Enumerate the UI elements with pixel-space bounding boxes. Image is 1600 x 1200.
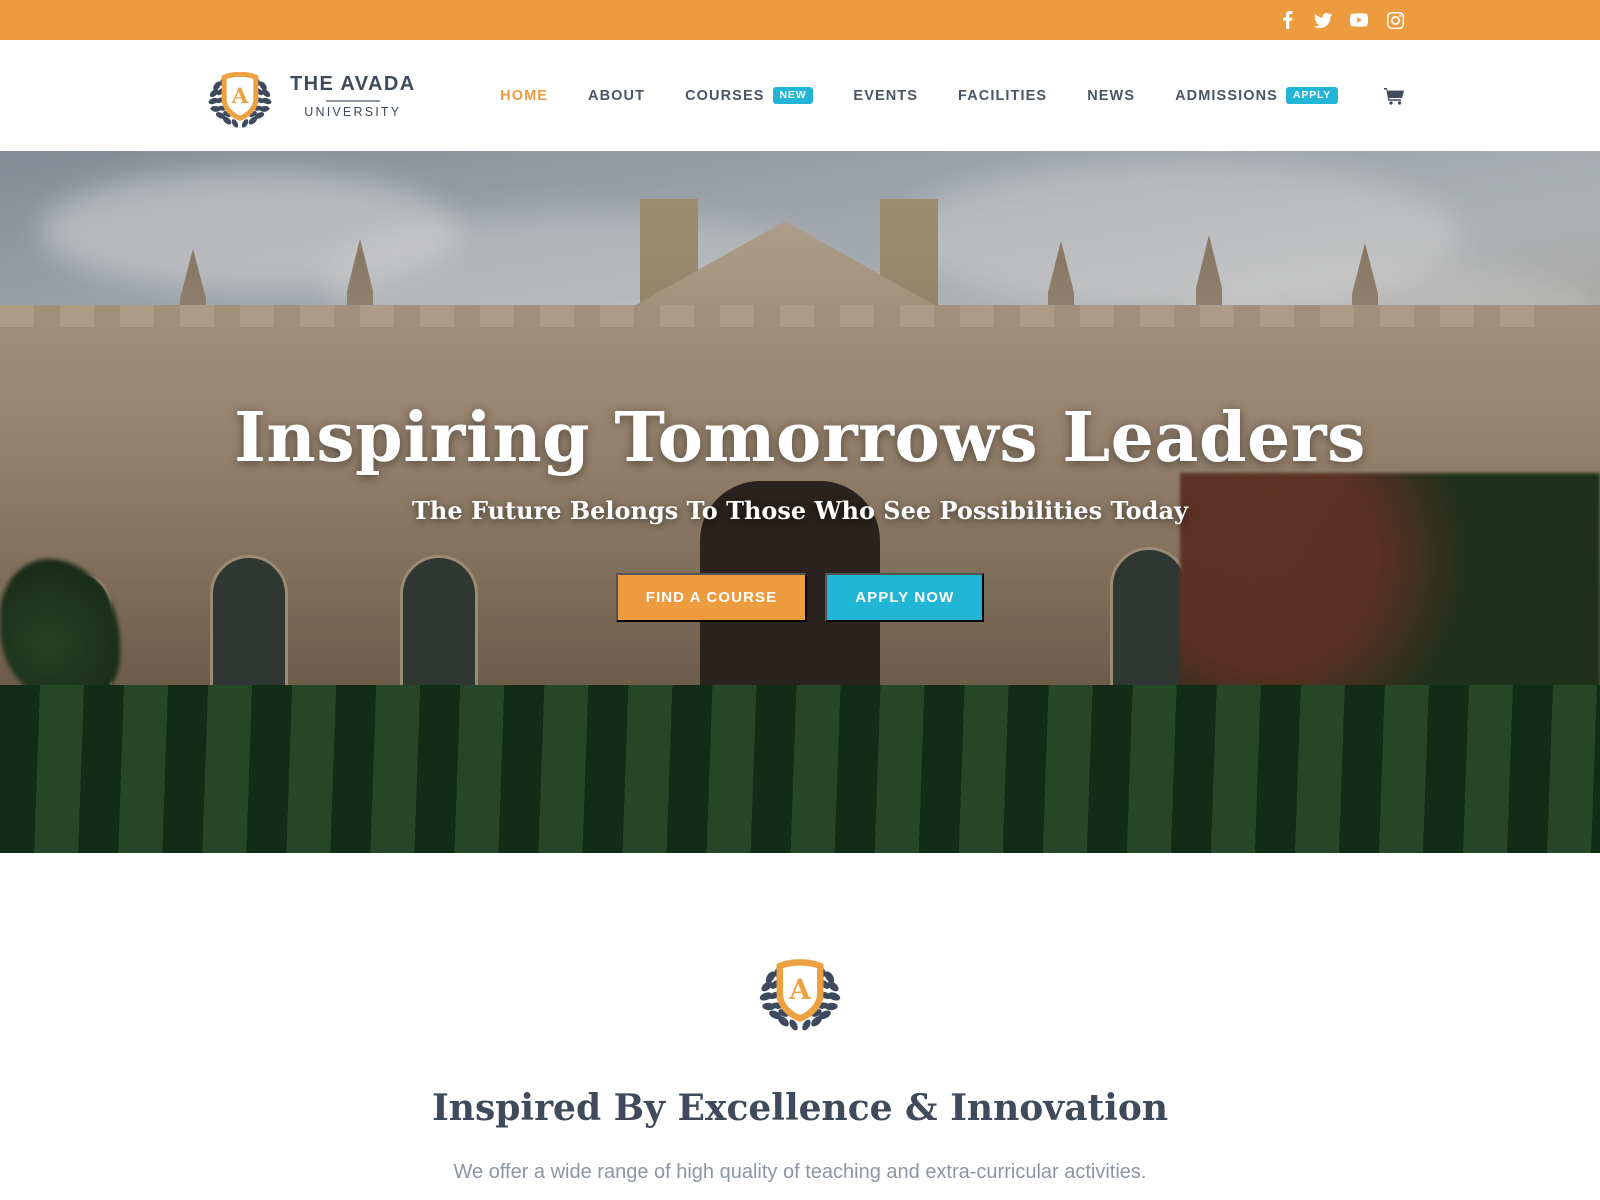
shopping-cart-icon[interactable] [1358, 87, 1404, 105]
hero-title: Inspiring Tomorrows Leaders [234, 398, 1366, 478]
youtube-icon[interactable] [1350, 11, 1368, 29]
nav-label: ABOUT [588, 87, 646, 104]
laurel-shield-a-emblem-icon: A [204, 61, 276, 131]
nav-label: EVENTS [853, 87, 919, 104]
intro-title: Inspired By Excellence & Innovation [431, 1087, 1169, 1129]
main-navigation: HOME ABOUT COURSES NEW EVENTS FACILITIES… [480, 87, 1404, 105]
logo-title: THE AVADA [290, 72, 416, 95]
twitter-icon[interactable] [1314, 11, 1332, 29]
hero-banner: Inspiring Tomorrows Leaders The Future B… [0, 151, 1600, 853]
nav-label: HOME [500, 87, 549, 104]
nav-item-about[interactable]: ABOUT [568, 88, 665, 104]
logo-wordmark: THE AVADA UNIVERSITY [290, 73, 416, 119]
nav-label: NEWS [1087, 87, 1136, 104]
nav-badge-new: NEW [772, 87, 814, 104]
nav-item-courses[interactable]: COURSES NEW [665, 87, 833, 104]
find-a-course-button[interactable]: FIND A COURSE [615, 573, 808, 623]
instagram-icon[interactable] [1386, 11, 1404, 29]
facebook-icon[interactable] [1278, 11, 1296, 29]
apply-now-button[interactable]: APPLY NOW [825, 573, 985, 623]
laurel-shield-a-emblem-icon: A [754, 945, 846, 1035]
nav-item-admissions[interactable]: ADMISSIONS APPLY [1155, 87, 1358, 104]
hero-content: Inspiring Tomorrows Leaders The Future B… [0, 151, 1600, 853]
svg-text:A: A [231, 84, 249, 109]
nav-item-home[interactable]: HOME [480, 88, 568, 104]
svg-text:A: A [788, 973, 811, 1006]
nav-badge-apply: APPLY [1285, 87, 1338, 104]
intro-section: A Inspired By Excellence & Innovation We… [0, 853, 1600, 1184]
nav-label: ADMISSIONS [1175, 87, 1278, 104]
social-links [1278, 11, 1404, 29]
intro-description: We offer a wide range of high quality of… [453, 1161, 1147, 1183]
nav-item-facilities[interactable]: FACILITIES [938, 88, 1067, 104]
nav-label: FACILITIES [958, 87, 1048, 104]
hero-subtitle: The Future Belongs To Those Who See Poss… [412, 496, 1188, 526]
site-header: A THE AVADA UNIVERSITY HOME ABOUT COURSE… [0, 40, 1600, 151]
hero-cta-group: FIND A COURSE APPLY NOW [615, 573, 985, 623]
top-social-bar [0, 0, 1600, 40]
nav-item-events[interactable]: EVENTS [833, 88, 938, 104]
nav-label: COURSES [685, 87, 765, 104]
logo-subtitle: UNIVERSITY [304, 104, 402, 119]
logo-divider [325, 99, 380, 102]
logo[interactable]: A THE AVADA UNIVERSITY [204, 61, 416, 131]
nav-item-news[interactable]: NEWS [1067, 88, 1155, 104]
